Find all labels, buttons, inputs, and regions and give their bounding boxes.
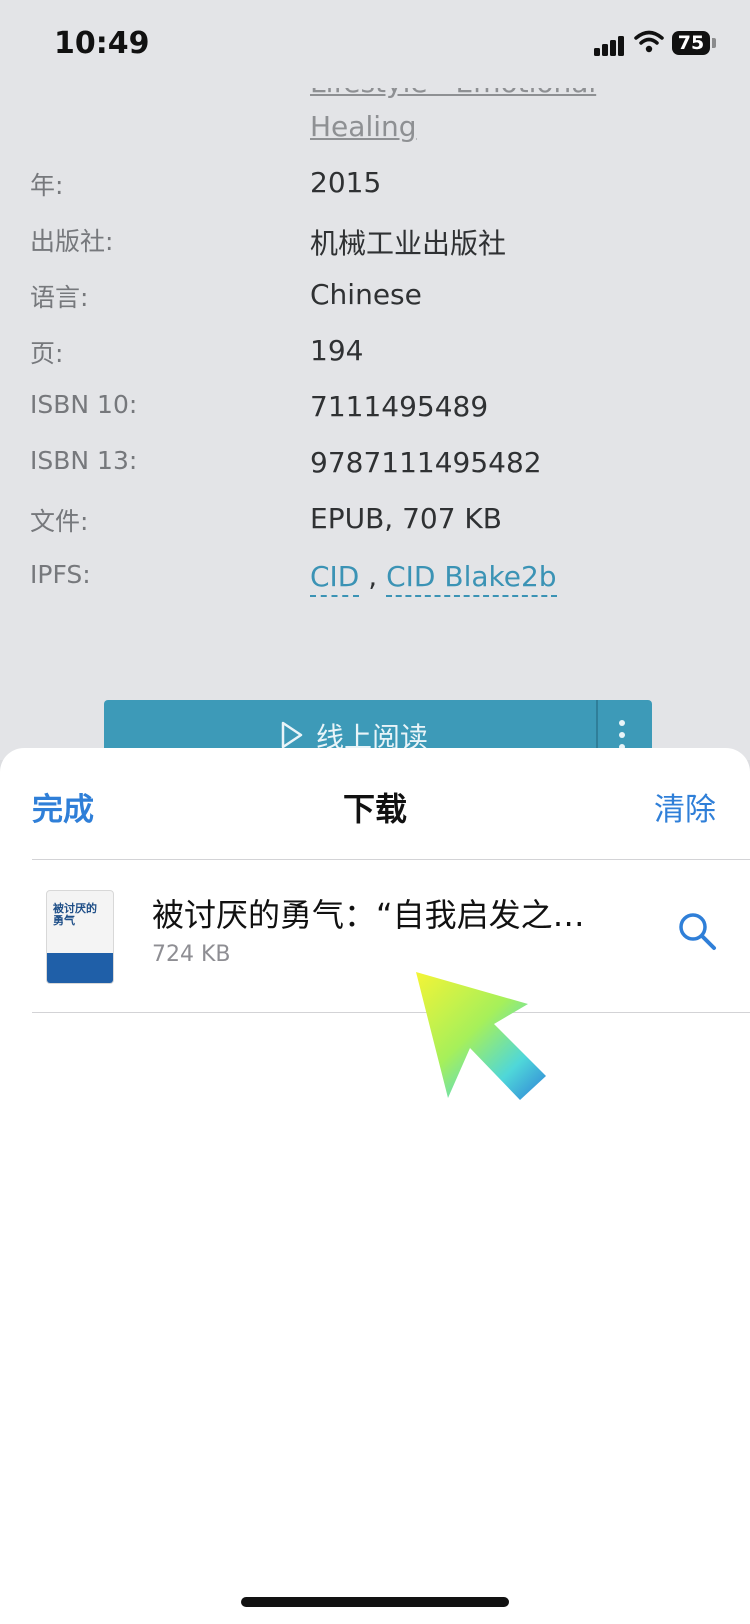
meta-label: 年: [30,171,64,200]
meta-row-isbn10: ISBN 10: 7111495489 [0,390,750,430]
ipfs-links: CID , CID Blake2b [310,560,557,597]
cover-title: 被讨厌的勇气 [53,902,97,927]
meta-row-pages: 页: 194 [0,334,750,374]
wifi-icon [634,30,664,53]
status-bar: 10:49 75 [0,0,750,88]
meta-row-year: 年: 2015 [0,166,750,206]
downloads-sheet: 下载 完成 清除 被讨厌的勇气 被讨厌的勇气：“自我启发之… 724 KB [0,748,750,1624]
cellular-signal-icon [594,36,624,56]
sheet-title: 下载 [342,790,407,828]
meta-label: 语言: [30,283,89,312]
download-item[interactable]: 被讨厌的勇气 被讨厌的勇气：“自我启发之… 724 KB [0,860,750,1010]
status-time: 10:49 [54,26,150,61]
battery-icon: 75 [672,31,710,55]
battery-tip [712,38,716,48]
meta-row-publisher: 出版社: 机械工业出版社 [0,222,750,262]
link-separator: , [368,560,378,593]
cid-link[interactable]: CID [310,560,360,597]
meta-value: 2015 [310,166,382,199]
home-indicator[interactable] [241,1597,509,1607]
meta-row-isbn13: ISBN 13: 9787111495482 [0,446,750,486]
divider [32,1012,750,1013]
meta-label: ISBN 13: [30,446,138,475]
more-options-icon[interactable] [617,718,627,752]
play-icon [281,721,303,749]
meta-label: 出版社: [30,227,114,256]
meta-label: 文件: [30,507,89,536]
meta-value: EPUB, 707 KB [310,502,502,535]
cover-band [47,953,113,983]
meta-row-file: 文件: EPUB, 707 KB [0,502,750,542]
meta-row-language: 语言: Chinese [0,278,750,318]
search-icon[interactable] [676,910,718,952]
meta-value: 机械工业出版社 [310,227,507,260]
meta-value: Chinese [310,278,422,311]
download-item-name: 被讨厌的勇气：“自我启发之… [152,896,585,934]
meta-value: 7111495489 [310,390,489,423]
meta-label: 页: [30,339,64,368]
done-button[interactable]: 完成 [32,784,94,829]
clear-button[interactable]: 清除 [654,784,716,829]
book-details-page: Lifestyle - Emotional Healing 年: 2015 出版… [0,0,750,770]
meta-label: IPFS: [30,560,91,589]
cid-blake2b-link[interactable]: CID Blake2b [386,560,557,597]
meta-row-ipfs: IPFS: CID , CID Blake2b [0,560,750,600]
meta-value: 194 [310,334,364,367]
pointer-arrow-icon [416,972,546,1100]
category-link-line2[interactable]: Healing [310,110,417,143]
book-cover-thumbnail: 被讨厌的勇气 [46,890,114,984]
download-item-size: 724 KB [152,942,231,967]
meta-label: ISBN 10: [30,390,138,419]
meta-value: 9787111495482 [310,446,542,479]
